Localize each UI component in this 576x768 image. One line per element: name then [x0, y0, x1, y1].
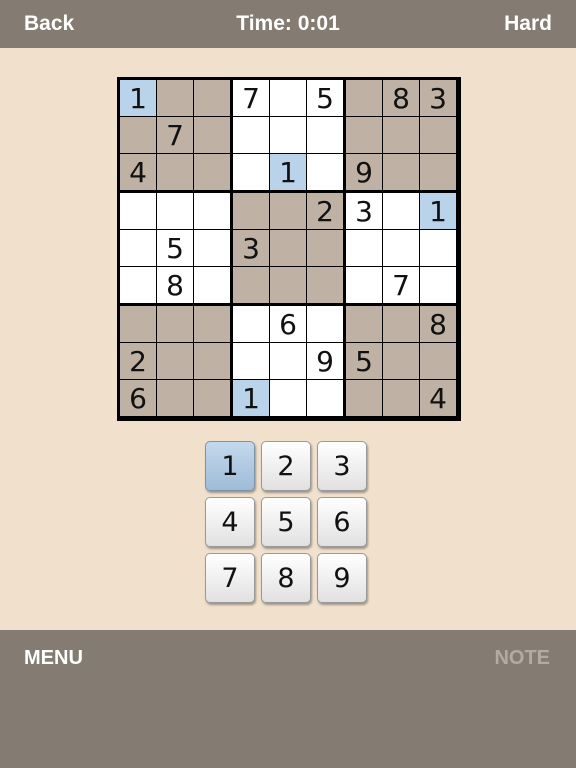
difficulty-label: Hard [504, 12, 552, 35]
board-cell[interactable] [307, 230, 343, 266]
board-cell[interactable] [270, 193, 306, 229]
board-cell[interactable] [120, 117, 156, 153]
board-cell[interactable]: 7 [383, 267, 419, 303]
board-cell[interactable] [233, 154, 269, 190]
board-cell[interactable] [346, 380, 382, 416]
board-cell[interactable]: 7 [157, 117, 193, 153]
number-key[interactable]: 8 [261, 553, 311, 603]
bottom-bar: MENU NOTE [0, 630, 576, 768]
number-key[interactable]: 1 [205, 441, 255, 491]
board-cell[interactable] [383, 154, 419, 190]
board-cell[interactable]: 1 [120, 80, 156, 116]
board-cell[interactable] [120, 230, 156, 266]
board-cell[interactable] [194, 80, 230, 116]
board-cell[interactable]: 6 [120, 380, 156, 416]
board-cell[interactable] [157, 154, 193, 190]
board-cell[interactable] [270, 267, 306, 303]
board-cell[interactable] [383, 306, 419, 342]
number-key[interactable]: 4 [205, 497, 255, 547]
board-cell[interactable]: 6 [270, 306, 306, 342]
board-cell[interactable] [346, 117, 382, 153]
board-cell[interactable] [270, 380, 306, 416]
board-cell[interactable] [346, 80, 382, 116]
number-key[interactable]: 9 [317, 553, 367, 603]
number-key[interactable]: 6 [317, 497, 367, 547]
board-cell[interactable] [157, 380, 193, 416]
board-cell[interactable]: 8 [420, 306, 456, 342]
board-cell[interactable]: 5 [157, 230, 193, 266]
board-cell[interactable] [194, 230, 230, 266]
board-cell[interactable] [194, 306, 230, 342]
board-cell[interactable] [270, 343, 306, 379]
board-cell[interactable] [120, 306, 156, 342]
board-cell[interactable] [233, 343, 269, 379]
board-cell[interactable] [383, 117, 419, 153]
board-cell[interactable]: 2 [307, 193, 343, 229]
board-cell[interactable] [383, 380, 419, 416]
board-cell[interactable] [307, 154, 343, 190]
board-cell[interactable]: 9 [307, 343, 343, 379]
board-cell[interactable] [157, 193, 193, 229]
board-cell[interactable] [270, 80, 306, 116]
board-cell[interactable] [157, 343, 193, 379]
board-cell[interactable] [120, 193, 156, 229]
board-cell[interactable] [194, 343, 230, 379]
board-cell[interactable] [194, 380, 230, 416]
board-cell[interactable] [307, 380, 343, 416]
board-cell[interactable] [233, 117, 269, 153]
board-cell[interactable] [307, 117, 343, 153]
board-cell[interactable]: 8 [383, 80, 419, 116]
board-cell[interactable] [346, 267, 382, 303]
board-cell[interactable]: 7 [233, 80, 269, 116]
number-key[interactable]: 5 [261, 497, 311, 547]
board-cell[interactable]: 8 [157, 267, 193, 303]
board-cell[interactable] [233, 267, 269, 303]
top-bar: Back Time: 0:01 Hard [0, 0, 576, 48]
board-cell[interactable]: 4 [120, 154, 156, 190]
board-cell[interactable]: 3 [420, 80, 456, 116]
board-cell[interactable] [346, 306, 382, 342]
board-cell[interactable]: 5 [346, 343, 382, 379]
board-cell[interactable] [270, 230, 306, 266]
board-cell[interactable] [233, 306, 269, 342]
board-cell[interactable] [270, 117, 306, 153]
board-cell[interactable]: 5 [307, 80, 343, 116]
board-cell[interactable]: 9 [346, 154, 382, 190]
sudoku-board: 175837419231538768295614 [117, 77, 461, 421]
board-cell[interactable] [420, 267, 456, 303]
number-key[interactable]: 7 [205, 553, 255, 603]
board-cell[interactable]: 3 [233, 230, 269, 266]
board-cell[interactable] [383, 193, 419, 229]
board-cell[interactable] [307, 267, 343, 303]
board-cell[interactable]: 2 [120, 343, 156, 379]
board-cell[interactable] [194, 154, 230, 190]
board-cell[interactable] [307, 306, 343, 342]
board-cell[interactable] [120, 267, 156, 303]
timer-label: Time: 0:01 [236, 12, 340, 35]
board-cell[interactable] [233, 193, 269, 229]
board-cell[interactable] [420, 154, 456, 190]
board-cell[interactable] [194, 193, 230, 229]
note-button[interactable]: NOTE [494, 647, 550, 670]
board-cell[interactable] [346, 230, 382, 266]
board-cell[interactable]: 1 [233, 380, 269, 416]
board-cell[interactable]: 3 [346, 193, 382, 229]
board-cell[interactable] [157, 306, 193, 342]
board-cell[interactable] [420, 117, 456, 153]
board-cell[interactable] [420, 230, 456, 266]
board-cell[interactable] [383, 230, 419, 266]
number-pad: 123 456 789 [205, 441, 373, 609]
board-cell[interactable]: 1 [270, 154, 306, 190]
number-key[interactable]: 3 [317, 441, 367, 491]
number-key[interactable]: 2 [261, 441, 311, 491]
menu-button[interactable]: MENU [24, 647, 83, 670]
board-cell[interactable]: 4 [420, 380, 456, 416]
board-cell[interactable]: 1 [420, 193, 456, 229]
board-cell[interactable] [420, 343, 456, 379]
board-cell[interactable] [383, 343, 419, 379]
board-cell[interactable] [157, 80, 193, 116]
board-cell[interactable] [194, 267, 230, 303]
board-cell[interactable] [194, 117, 230, 153]
